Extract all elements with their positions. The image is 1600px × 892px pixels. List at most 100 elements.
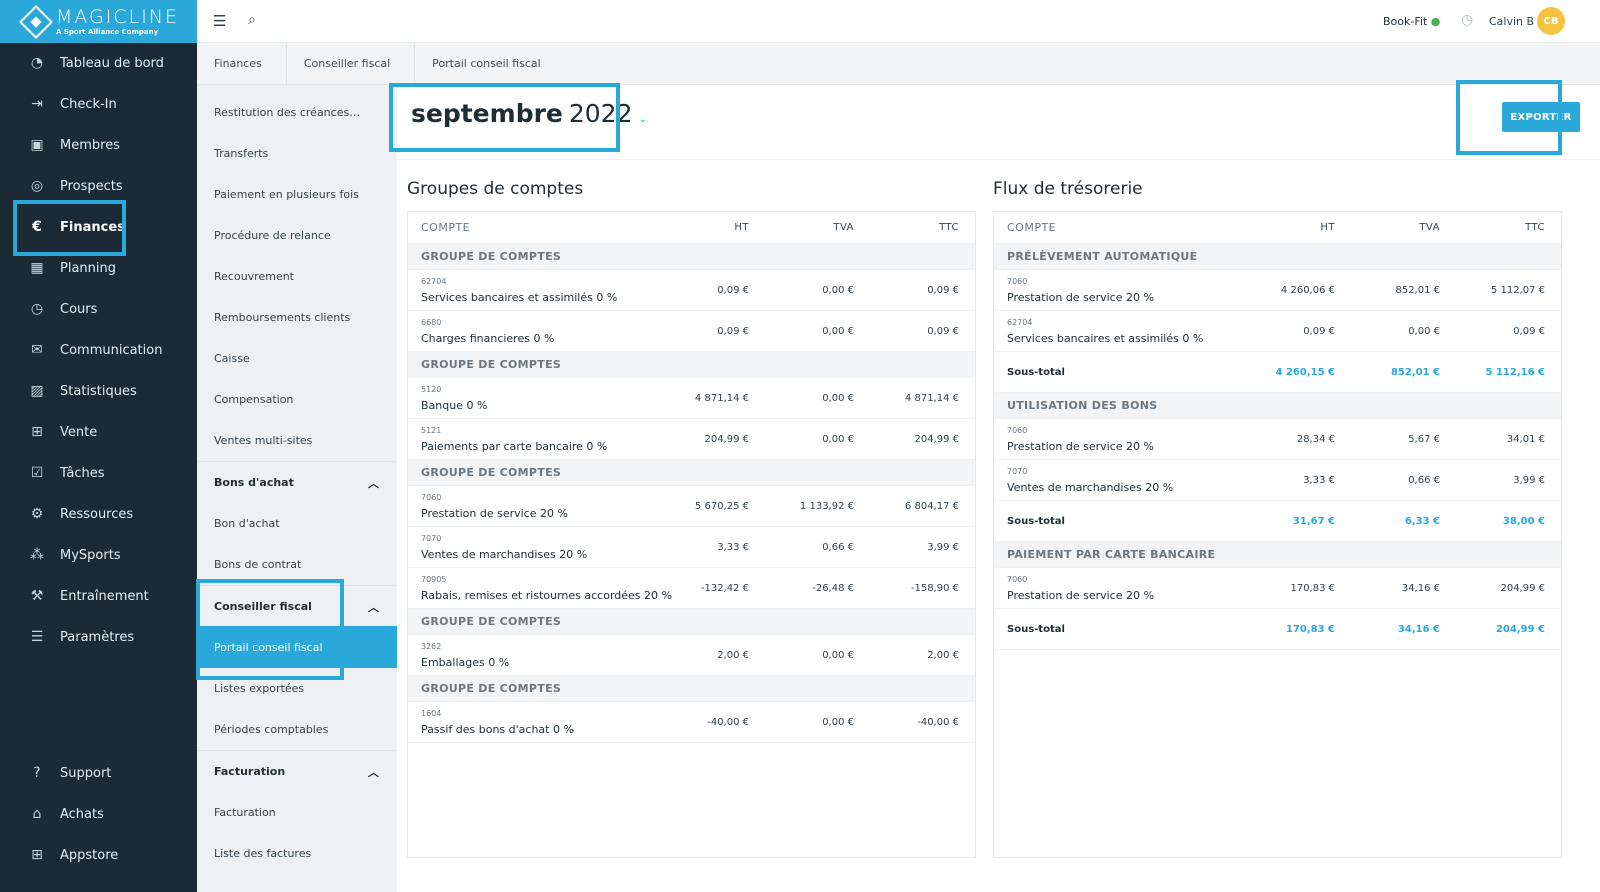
subnav-item[interactable]: Caisse xyxy=(197,337,397,379)
brand-logo[interactable]: MAGICLINE A Sport Alliance Company xyxy=(0,0,197,43)
nav-label: Prospects xyxy=(60,178,123,194)
check-in-icon: ⇥ xyxy=(31,96,43,112)
cash-flow-title: Flux de trésorerie xyxy=(993,179,1143,199)
table-row[interactable]: 70905 Rabais, remises et ristournes accor… xyxy=(408,568,975,609)
export-button[interactable]: EXPORTER xyxy=(1502,102,1580,132)
nav-item-resources[interactable]: ⚙ Ressources xyxy=(0,493,197,535)
subnav-item[interactable]: Transferts xyxy=(197,132,397,174)
avatar[interactable]: CB xyxy=(1537,7,1565,35)
nav-label: Membres xyxy=(60,137,120,153)
table-row[interactable]: 7060 Prestation de service 20 % 28,34 €5,6… xyxy=(994,419,1561,460)
col-header-ttc: TTC xyxy=(939,222,959,233)
period-selector[interactable]: septembre 2022 ⌄ xyxy=(411,99,647,128)
subnav-item[interactable]: Restitution des créances… xyxy=(197,91,397,133)
subnav-item[interactable]: Bons de contrat xyxy=(197,543,397,585)
table-row[interactable]: 62704 Services bancaires et assimilés 0 %… xyxy=(994,311,1561,352)
subnav-section-tax-advisor[interactable]: Conseiller fiscal ︿ xyxy=(197,585,397,627)
table-row[interactable]: 7060 Prestation de service 20 % 4 260,06 €… xyxy=(994,270,1561,311)
table-row[interactable]: 7060 Prestation de service 20 % 5 670,25 €… xyxy=(408,486,975,527)
breadcrumb-finances[interactable]: Finances xyxy=(197,42,287,85)
subnav-item[interactable]: Compensation xyxy=(197,378,397,420)
nav-item-appstore[interactable]: ⊞ Appstore xyxy=(0,834,197,876)
subnav-item[interactable]: Périodes comptables xyxy=(197,708,397,750)
search-icon[interactable]: ⌕ xyxy=(248,12,256,28)
nav-item-members[interactable]: ▣ Membres xyxy=(0,124,197,166)
nav-item-communication[interactable]: ✉ Communication xyxy=(0,329,197,371)
clock-icon[interactable]: ◷ xyxy=(1461,12,1473,28)
nav-item-support[interactable]: ? Support xyxy=(0,752,197,794)
nav-item-dashboard[interactable]: ◔ Tableau de bord xyxy=(0,42,197,84)
period-month: septembre xyxy=(411,99,563,128)
table-row[interactable]: 5121 Paiements par carte bancaire 0 % 204,… xyxy=(408,419,975,460)
nav-label: Statistiques xyxy=(60,383,137,399)
subnav-item[interactable]: Liste des factures xyxy=(197,832,397,874)
chevron-down-icon: ⌄ xyxy=(638,114,647,125)
nav-label: MySports xyxy=(60,547,121,563)
table-row[interactable]: 5120 Banque 0 % 4 871,14 €0,00 €4 871,14 € xyxy=(408,378,975,419)
group-row: PRÉLÈVEMENT AUTOMATIQUE xyxy=(994,244,1561,270)
user-name[interactable]: Calvin B xyxy=(1489,15,1534,28)
communication-icon: ✉ xyxy=(31,342,43,358)
planning-icon: ▦ xyxy=(30,260,44,276)
account-groups-title: Groupes de comptes xyxy=(407,179,584,199)
nav-item-planning[interactable]: ▦ Planning xyxy=(0,247,197,289)
nav-item-tasks[interactable]: ☑ Tâches xyxy=(0,452,197,494)
table-row[interactable]: 7070 Ventes de marchandises 20 % 3,33 €0,6… xyxy=(408,527,975,568)
nav-item-courses[interactable]: ◷ Cours xyxy=(0,288,197,330)
finances-subnav: Restitution des créances… Transferts Pai… xyxy=(197,85,397,892)
subnav-item[interactable]: Listes exportées xyxy=(197,667,397,709)
menu-icon[interactable]: ☰ xyxy=(213,12,226,30)
table-row[interactable]: 7070 Ventes de marchandises 20 % 3,33 €0,6… xyxy=(994,460,1561,501)
courses-icon: ◷ xyxy=(30,301,44,317)
group-row: UTILISATION DES BONS xyxy=(994,393,1561,419)
subnav-item[interactable]: Procédure de relance xyxy=(197,214,397,256)
training-icon: ⚒ xyxy=(30,588,44,604)
subnav-item[interactable]: Bon d'achat xyxy=(197,502,397,544)
subnav-item[interactable]: Remboursements clients xyxy=(197,296,397,338)
subtotal-row: Sous-total 31,67 €6,33 €38,00 € xyxy=(994,501,1561,542)
resources-icon: ⚙ xyxy=(30,506,44,522)
nav-label: Check-In xyxy=(60,96,117,112)
top-bar: ☰ ⌕ Book-Fit ● ◷ Calvin B CB xyxy=(197,0,1600,43)
col-header-account: COMPTE xyxy=(421,221,471,234)
col-header-tva: TVA xyxy=(833,222,854,233)
breadcrumb-tax-advisor[interactable]: Conseiller fiscal xyxy=(287,42,416,85)
subnav-item[interactable]: Recouvrement xyxy=(197,255,397,297)
location-pin-icon: ● xyxy=(1430,15,1441,28)
group-row: GROUPE DE COMPTES xyxy=(408,676,975,702)
group-row: PAIEMENT PAR CARTE BANCAIRE xyxy=(994,542,1561,568)
purchases-icon: ⌂ xyxy=(32,806,42,822)
subnav-section-vouchers[interactable]: Bons d'achat ︿ xyxy=(197,461,397,503)
group-row: GROUPE DE COMPTES xyxy=(408,609,975,635)
nav-item-statistics[interactable]: ▨ Statistiques xyxy=(0,370,197,412)
nav-item-check-in[interactable]: ⇥ Check-In xyxy=(0,83,197,125)
nav-item-sales[interactable]: ⊞ Vente xyxy=(0,411,197,453)
studio-selector[interactable]: Book-Fit ● xyxy=(1383,15,1440,28)
nav-item-prospects[interactable]: ◎ Prospects xyxy=(0,165,197,207)
subnav-item[interactable]: Paiement en plusieurs fois xyxy=(197,173,397,215)
subnav-item[interactable]: Facturation xyxy=(197,791,397,833)
nav-item-finances[interactable]: € Finances xyxy=(0,206,197,248)
col-header-ht: HT xyxy=(734,222,749,233)
col-header-account: COMPTE xyxy=(1007,221,1057,234)
table-row[interactable]: 7060 Prestation de service 20 % 170,83 €34… xyxy=(994,568,1561,609)
appstore-icon: ⊞ xyxy=(31,847,43,863)
support-icon: ? xyxy=(33,765,41,781)
subnav-item[interactable]: Ventes multi-sites xyxy=(197,419,397,461)
nav-item-mysports[interactable]: ⁂ MySports xyxy=(0,534,197,576)
nav-item-training[interactable]: ⚒ Entraînement xyxy=(0,575,197,617)
table-row[interactable]: 1604 Passif des bons d'achat 0 % -40,00 €0… xyxy=(408,702,975,743)
table-row[interactable]: 62704 Services bancaires et assimilés 0 %… xyxy=(408,270,975,311)
statistics-icon: ▨ xyxy=(30,383,44,399)
col-header-tva: TVA xyxy=(1419,222,1440,233)
breadcrumb-tax-portal: Portail conseil fiscal xyxy=(432,57,541,70)
nav-label: Communication xyxy=(60,342,163,358)
studio-name: Book-Fit xyxy=(1383,15,1428,28)
nav-item-purchases[interactable]: ⌂ Achats xyxy=(0,793,197,835)
subnav-section-invoicing[interactable]: Facturation ︿ xyxy=(197,750,397,792)
table-row[interactable]: 6680 Charges financieres 0 % 0,09 €0,00 €0… xyxy=(408,311,975,352)
nav-item-settings[interactable]: ☰ Paramètres xyxy=(0,616,197,658)
subnav-item-tax-portal[interactable]: Portail conseil fiscal xyxy=(197,626,397,668)
table-row[interactable]: 3262 Emballages 0 % 2,00 €0,00 €2,00 € xyxy=(408,635,975,676)
table-header: COMPTE HT TVA TTC xyxy=(994,212,1561,244)
